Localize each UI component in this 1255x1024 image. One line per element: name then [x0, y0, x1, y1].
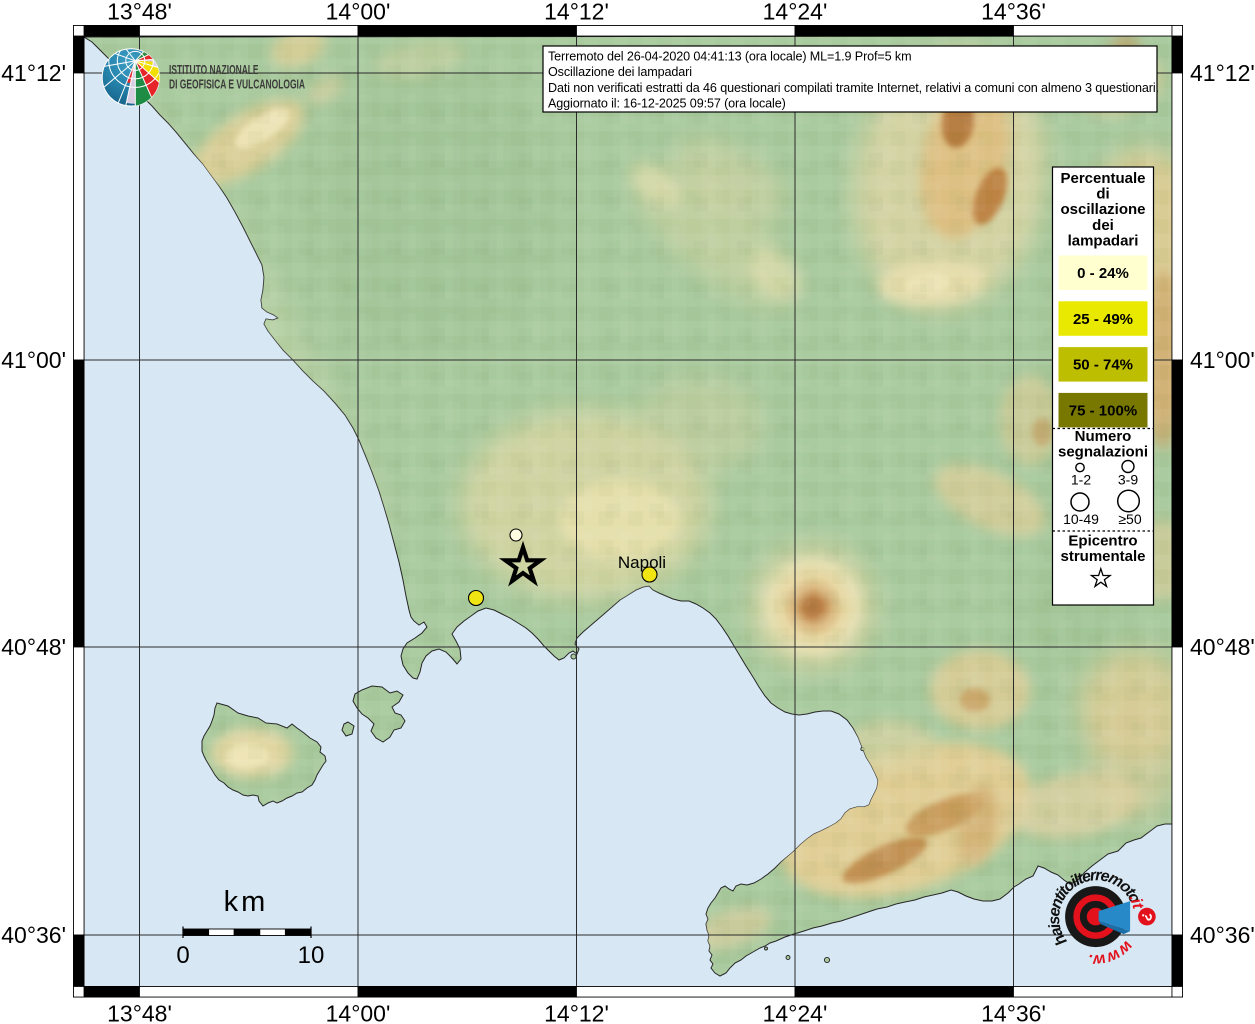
- svg-text:40°48': 40°48': [1, 634, 66, 660]
- svg-text:ISTITUTO NAZIONALE: ISTITUTO NAZIONALE: [169, 62, 259, 77]
- svg-text:oscillazione: oscillazione: [1060, 201, 1145, 218]
- svg-text:10-49: 10-49: [1063, 511, 1099, 527]
- svg-text:14°24': 14°24': [763, 0, 828, 25]
- svg-text:3-9: 3-9: [1118, 472, 1138, 488]
- svg-text:Numero: Numero: [1075, 428, 1132, 445]
- svg-text:41°12': 41°12': [1190, 60, 1255, 86]
- svg-text:14°12': 14°12': [544, 0, 609, 25]
- svg-text:14°36': 14°36': [981, 0, 1046, 25]
- svg-text:75 - 100%: 75 - 100%: [1069, 402, 1137, 419]
- svg-text:strumentale: strumentale: [1060, 548, 1145, 565]
- svg-text:40°36': 40°36': [1, 922, 66, 948]
- svg-text:0 - 24%: 0 - 24%: [1077, 265, 1129, 282]
- svg-text:lampadari: lampadari: [1068, 232, 1139, 249]
- svg-text:10: 10: [298, 942, 325, 969]
- svg-text:Aggiornato il: 16-12-2025 09:5: Aggiornato il: 16-12-2025 09:57 (ora loc…: [548, 97, 786, 111]
- svg-text:dei: dei: [1092, 217, 1114, 234]
- svg-text:segnalazioni: segnalazioni: [1058, 444, 1148, 461]
- svg-text:Percentuale: Percentuale: [1060, 170, 1145, 187]
- svg-text:Dati non verificati estratti d: Dati non verificati estratti da 46 quest…: [548, 81, 1159, 95]
- svg-text:di: di: [1096, 186, 1109, 203]
- svg-text:≥50: ≥50: [1118, 511, 1141, 527]
- svg-text:Epicentro: Epicentro: [1068, 533, 1137, 550]
- svg-text:14°12': 14°12': [544, 1001, 609, 1024]
- svg-text:0: 0: [176, 942, 189, 969]
- svg-text:DI GEOFISICA E VULCANOLOGIA: DI GEOFISICA E VULCANOLOGIA: [169, 77, 305, 92]
- svg-text:40°48': 40°48': [1190, 634, 1255, 660]
- svg-text:1-2: 1-2: [1071, 472, 1091, 488]
- svg-text:40°36': 40°36': [1190, 922, 1255, 948]
- svg-text:14°00': 14°00': [326, 0, 391, 25]
- svg-text:41°00': 41°00': [1190, 347, 1255, 373]
- svg-text:25 - 49%: 25 - 49%: [1073, 311, 1133, 328]
- svg-text:41°00': 41°00': [1, 347, 66, 373]
- svg-text:14°00': 14°00': [326, 1001, 391, 1024]
- svg-text:14°24': 14°24': [763, 1001, 828, 1024]
- svg-text:13°48': 13°48': [107, 1001, 172, 1024]
- svg-text:14°36': 14°36': [981, 1001, 1046, 1024]
- svg-text:Terremoto del 26-04-2020 04:41: Terremoto del 26-04-2020 04:41:13 (ora l…: [548, 50, 911, 64]
- svg-text:km: km: [224, 886, 269, 918]
- svg-text:Oscillazione dei lampadari: Oscillazione dei lampadari: [548, 65, 692, 79]
- svg-text:Napoli: Napoli: [618, 553, 666, 572]
- svg-text:50 - 74%: 50 - 74%: [1073, 357, 1133, 374]
- svg-text:13°48': 13°48': [107, 0, 172, 25]
- svg-text:41°12': 41°12': [1, 60, 66, 86]
